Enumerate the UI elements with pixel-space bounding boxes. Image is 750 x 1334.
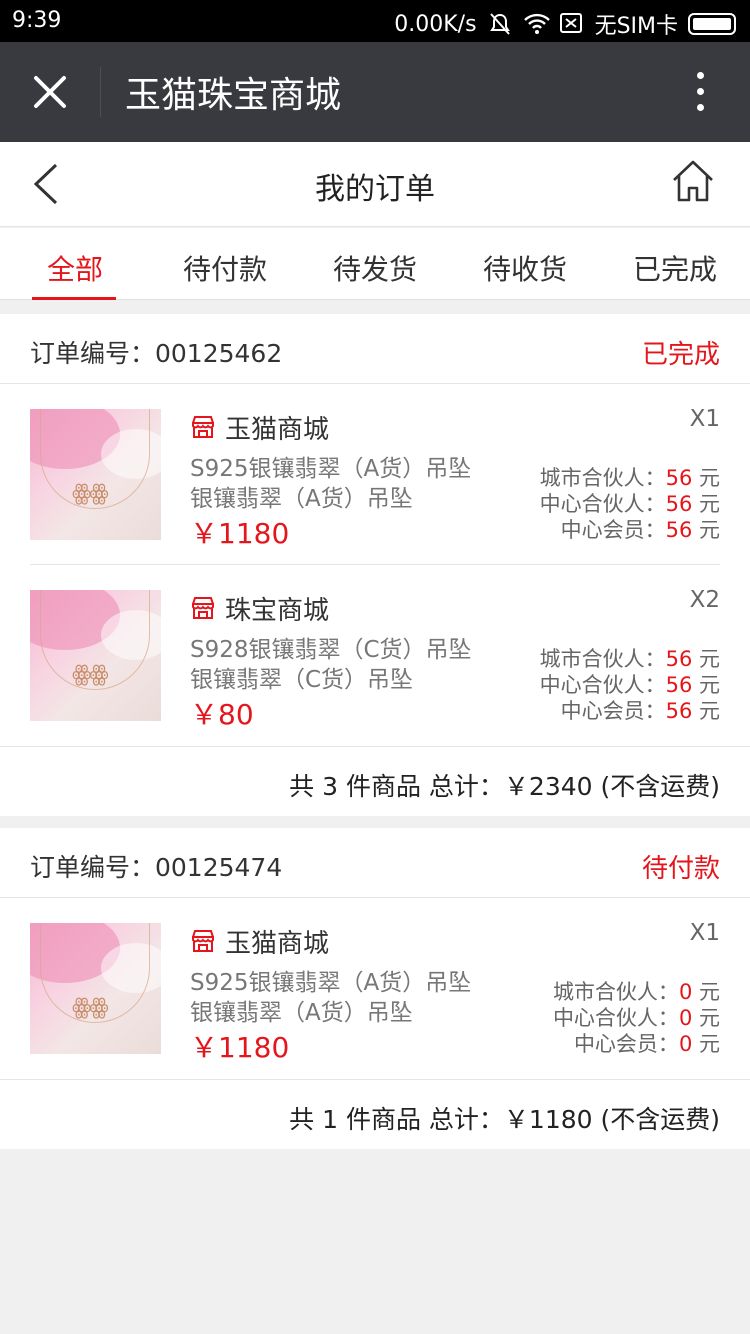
order-item[interactable]: ꙮꙮ 珠宝商城 S928银镶翡翠（C货）吊坠 银镶翡翠（C货）吊坠 ￥80 X2…: [0, 565, 750, 746]
commission-row: 中心会员：0 元: [573, 1032, 720, 1056]
order-number: 订单编号：00125462: [30, 339, 283, 368]
product-subtitle: 银镶翡翠（C货）吊坠: [190, 667, 414, 693]
product-quantity: X2: [689, 587, 720, 613]
order-total-text: 共 3 件商品 总计：￥2340 (不含运费): [289, 772, 720, 801]
product-name: S928银镶翡翠（C货）吊坠: [190, 637, 472, 663]
order-item[interactable]: ꙮꙮ 玉猫商城 S925银镶翡翠（A货）吊坠 银镶翡翠（A货）吊坠 ￥1180 …: [0, 384, 750, 565]
order-status: 待付款: [641, 854, 720, 884]
product-price: ￥80: [190, 698, 254, 731]
product-quantity: X1: [689, 920, 720, 946]
page-header: 我的订单: [0, 142, 750, 227]
tab-pending-payment[interactable]: 待付款: [150, 248, 300, 288]
close-button[interactable]: [30, 72, 70, 112]
order-total: 共 3 件商品 总计：￥2340 (不含运费): [0, 746, 750, 816]
product-name: S925银镶翡翠（A货）吊坠: [190, 456, 472, 482]
order-card[interactable]: 订单编号：00125474 待付款 ꙮꙮ 玉猫商城 S925银镶翡翠（A货）吊坠…: [0, 828, 750, 1149]
title-divider: [100, 67, 101, 117]
pendant-icon: ꙮꙮ: [72, 995, 109, 1020]
store-icon: [192, 416, 214, 438]
pendant-icon: ꙮꙮ: [72, 481, 109, 506]
store-icon: [192, 597, 214, 619]
order-number: 订单编号：00125474: [30, 853, 283, 882]
product-price: ￥1180: [190, 1031, 290, 1064]
product-image[interactable]: ꙮꙮ: [30, 409, 161, 540]
tab-completed[interactable]: 已完成: [600, 248, 750, 288]
commission-row: 中心会员：56 元: [560, 518, 720, 542]
webview-title: 玉猫珠宝商城: [125, 75, 342, 116]
order-status: 已完成: [641, 340, 720, 370]
home-icon: [673, 160, 713, 202]
order-header: 订单编号：00125474 待付款: [0, 828, 750, 898]
tab-all[interactable]: 全部: [0, 248, 150, 288]
more-menu-button[interactable]: [694, 70, 706, 114]
store-icon: [192, 930, 214, 952]
tab-pending-receipt[interactable]: 待收货: [450, 248, 600, 288]
store-name[interactable]: 玉猫商城: [225, 923, 329, 960]
home-button[interactable]: [670, 158, 716, 204]
product-quantity: X1: [689, 406, 720, 432]
more-dot-icon: [697, 88, 704, 95]
pendant-icon: ꙮꙮ: [72, 662, 109, 687]
order-card[interactable]: 订单编号：00125462 已完成 ꙮꙮ 玉猫商城 S925银镶翡翠（A货）吊坠…: [0, 314, 750, 816]
product-image[interactable]: ꙮꙮ: [30, 923, 161, 1054]
order-status-tabs: 全部 待付款 待发货 待收货 已完成: [0, 228, 750, 300]
order-header: 订单编号：00125462 已完成: [0, 314, 750, 384]
no-sim-icon: [559, 12, 585, 36]
product-price: ￥1180: [190, 517, 290, 550]
status-time: 9:39: [12, 8, 62, 33]
status-bar: 9:39 0.00K/s 无SIM卡: [0, 0, 750, 42]
product-subtitle: 银镶翡翠（A货）吊坠: [190, 486, 413, 512]
order-item[interactable]: ꙮꙮ 玉猫商城 S925银镶翡翠（A货）吊坠 银镶翡翠（A货）吊坠 ￥1180 …: [0, 898, 750, 1079]
battery-icon: [688, 13, 736, 35]
product-image[interactable]: ꙮꙮ: [30, 590, 161, 721]
more-dot-icon: [697, 104, 704, 111]
tab-pending-shipment[interactable]: 待发货: [300, 248, 450, 288]
commission-row: 中心会员：56 元: [560, 699, 720, 723]
page-title: 我的订单: [315, 172, 435, 207]
product-name: S925银镶翡翠（A货）吊坠: [190, 970, 472, 996]
mute-bell-icon: [487, 12, 513, 36]
store-name[interactable]: 玉猫商城: [225, 409, 329, 446]
store-name[interactable]: 珠宝商城: [225, 590, 329, 627]
sim-status: 无SIM卡: [594, 14, 678, 39]
close-icon: [34, 76, 66, 108]
wifi-icon: [523, 12, 550, 36]
product-subtitle: 银镶翡翠（A货）吊坠: [190, 1000, 413, 1026]
order-total: 共 1 件商品 总计：￥1180 (不含运费): [0, 1079, 750, 1149]
status-right: 0.00K/s 无SIM卡: [394, 8, 736, 40]
network-speed: 0.00K/s: [394, 11, 477, 37]
more-dot-icon: [697, 72, 704, 79]
active-tab-indicator: [32, 297, 116, 300]
order-total-text: 共 1 件商品 总计：￥1180 (不含运费): [289, 1105, 720, 1134]
wechat-title-bar: 玉猫珠宝商城: [0, 42, 750, 142]
